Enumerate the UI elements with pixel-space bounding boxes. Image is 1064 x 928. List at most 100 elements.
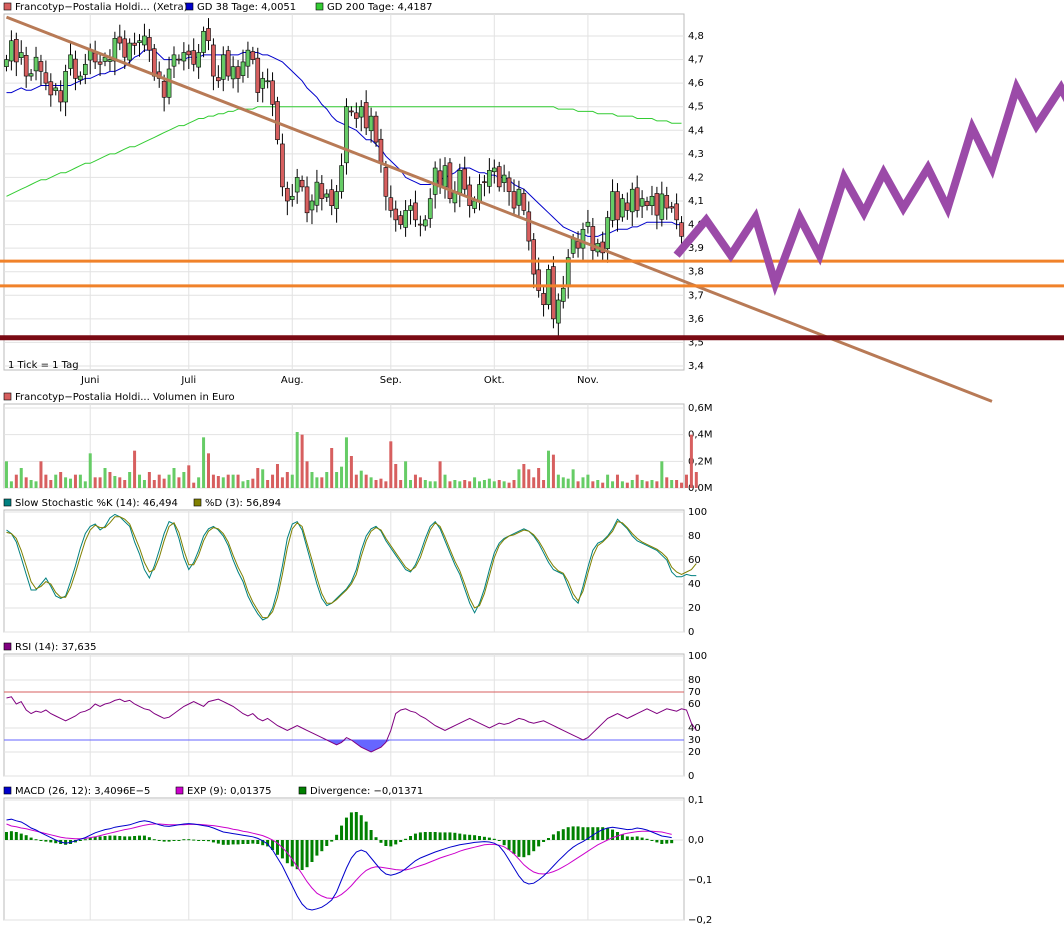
volume-bar bbox=[271, 474, 275, 488]
divergence-bar bbox=[142, 835, 146, 840]
divergence-bar bbox=[300, 840, 304, 870]
divergence-bar bbox=[655, 840, 659, 843]
volume-bar bbox=[497, 480, 501, 488]
divergence-bar bbox=[216, 840, 220, 844]
panel-frame-3 bbox=[3, 653, 685, 777]
legend-label: Slow Stochastic %K (14): 46,494 bbox=[15, 498, 178, 509]
volume-bar bbox=[251, 478, 255, 488]
volume-bar bbox=[64, 477, 68, 488]
volume-bar bbox=[640, 480, 644, 488]
volume-bar bbox=[443, 474, 447, 488]
candle-body bbox=[314, 181, 320, 206]
y-tick-label: 40 bbox=[688, 723, 701, 734]
divergence-bar bbox=[428, 832, 432, 840]
candle-body bbox=[324, 193, 330, 198]
divergence-bar bbox=[29, 837, 33, 840]
divergence-bar bbox=[635, 836, 639, 840]
divergence-bar bbox=[665, 840, 669, 844]
volume-bar bbox=[399, 480, 403, 488]
divergence-bar bbox=[108, 835, 112, 840]
candle-body bbox=[403, 210, 408, 228]
candle-body bbox=[423, 219, 428, 227]
divergence-bar bbox=[448, 832, 452, 840]
volume-bar bbox=[54, 474, 58, 488]
volume-bar bbox=[369, 477, 373, 488]
divergence-bar bbox=[197, 840, 201, 841]
candle-body bbox=[531, 239, 537, 275]
divergence-bar bbox=[310, 840, 314, 862]
candle-body bbox=[354, 112, 359, 119]
legend-swatch bbox=[175, 786, 184, 795]
volume-bar bbox=[167, 474, 171, 488]
volume-bar bbox=[665, 477, 669, 488]
candle-body bbox=[669, 206, 674, 209]
divergence-bar bbox=[211, 840, 215, 843]
divergence-bar bbox=[251, 840, 255, 844]
candle-body bbox=[457, 170, 463, 194]
divergence-bar bbox=[532, 840, 536, 852]
candle-body bbox=[161, 80, 167, 98]
volume-bar bbox=[566, 478, 570, 488]
candle-body bbox=[560, 287, 566, 302]
candle-body bbox=[408, 205, 413, 211]
y-tick-label: 100 bbox=[688, 507, 707, 518]
candle-body bbox=[270, 80, 275, 105]
divergence-bar bbox=[24, 835, 28, 840]
divergence-bar bbox=[64, 840, 68, 845]
divergence-bar bbox=[123, 836, 127, 840]
volume-bar bbox=[448, 481, 452, 488]
divergence-bar bbox=[344, 817, 348, 840]
legend-label: GD 38 Tage: 4,0051 bbox=[197, 2, 296, 13]
candle-body bbox=[413, 202, 418, 221]
y-tick-label: −0,2 bbox=[688, 915, 712, 926]
divergence-bar bbox=[320, 840, 324, 852]
candle-body bbox=[506, 177, 512, 192]
projection-path bbox=[673, 77, 1064, 297]
divergence-bar bbox=[438, 832, 442, 840]
volume-bar bbox=[611, 481, 615, 488]
volume-bar bbox=[507, 482, 511, 488]
candle-body bbox=[280, 143, 285, 188]
divergence-bar bbox=[103, 836, 107, 840]
volume-bar bbox=[675, 480, 679, 488]
candle-body bbox=[107, 59, 113, 62]
rsi-ref-label: 70 bbox=[688, 687, 701, 698]
volume-bar bbox=[211, 474, 215, 488]
divergence-bar bbox=[640, 837, 644, 840]
candle-body bbox=[211, 44, 216, 77]
divergence-bar bbox=[404, 838, 408, 840]
volume-bar bbox=[320, 477, 324, 488]
divergence-bar bbox=[551, 834, 555, 840]
candle-body bbox=[68, 54, 73, 69]
divergence-bar bbox=[374, 837, 378, 840]
divergence-bar bbox=[556, 831, 560, 840]
volume-bar bbox=[546, 450, 550, 488]
divergence-bar bbox=[246, 840, 250, 844]
volume-bar bbox=[694, 472, 698, 488]
divergence-bar bbox=[167, 840, 171, 842]
candle-body bbox=[176, 58, 182, 61]
divergence-bar bbox=[152, 839, 156, 841]
candle-body bbox=[122, 38, 128, 58]
volume-bar bbox=[655, 481, 659, 488]
candle-body bbox=[132, 42, 137, 46]
candle-body bbox=[230, 66, 236, 80]
volume-bar bbox=[478, 481, 482, 488]
divergence-bar bbox=[369, 830, 373, 840]
legend-swatch bbox=[185, 2, 194, 11]
y-tick-label: 60 bbox=[688, 699, 701, 710]
candle-body bbox=[48, 81, 54, 96]
divergence-bar bbox=[389, 840, 393, 847]
divergence-bar bbox=[162, 840, 166, 842]
volume-bar bbox=[44, 474, 48, 488]
divergence-bar bbox=[241, 840, 245, 844]
divergence-bar bbox=[473, 835, 477, 840]
divergence-bar bbox=[315, 840, 319, 856]
divergence-bar bbox=[231, 840, 235, 845]
legend-label: Divergence: −0,01371 bbox=[310, 786, 423, 797]
candle-body bbox=[137, 40, 142, 43]
candle-body bbox=[240, 61, 246, 76]
divergence-bar bbox=[527, 840, 531, 856]
volume-bar bbox=[197, 477, 201, 488]
candle-body bbox=[260, 78, 265, 89]
